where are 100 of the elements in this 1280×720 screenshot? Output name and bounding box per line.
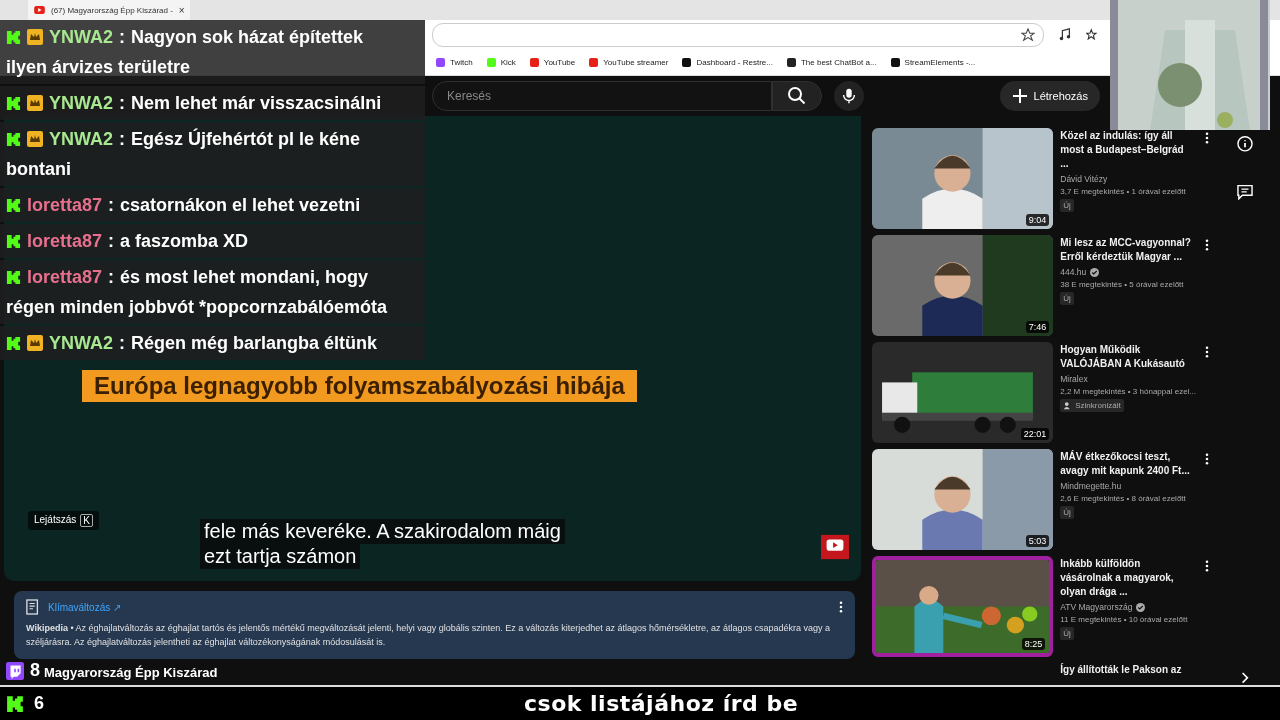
video-title[interactable]: Hogyan Működik VALÓJÁBAN A Kukásautó [1060, 343, 1193, 371]
chat-username: YNWA2 [49, 332, 113, 355]
kick-icon [6, 131, 21, 147]
bookmark[interactable]: The best ChatBot a... [786, 58, 877, 67]
kick-icon [6, 29, 21, 45]
video-thumbnail[interactable]: 9:04 [872, 128, 1054, 229]
video-duration: 22:01 [1020, 428, 1050, 440]
badge-label: Szinkronizált [1075, 401, 1121, 410]
more-icon[interactable] [1205, 453, 1210, 465]
chat-separator: : [108, 230, 115, 253]
kick-icon [6, 694, 24, 713]
chevron-right-icon[interactable] [1241, 671, 1250, 685]
video-title[interactable]: Így állították le Pakson az [1060, 663, 1211, 677]
chat-text: csatornákon el lehet vezetni [120, 194, 361, 217]
chat-separator: : [108, 266, 115, 289]
search-icon [787, 86, 807, 106]
tab-title: (67) Magyarország Épp Kiszárad - [51, 5, 173, 15]
badge-label: Új [1063, 294, 1071, 303]
chat-username: YNWA2 [49, 92, 113, 115]
chat-icon[interactable] [1236, 182, 1255, 201]
close-icon[interactable]: × [178, 4, 185, 16]
video-stats: 38 E megtekintés • 5 órával ezelőtt [1060, 280, 1185, 289]
ticker-text: csok listájához írd be [524, 691, 799, 716]
video-duration: 5:03 [1025, 535, 1050, 547]
channel-name[interactable]: 444.hu [1060, 267, 1087, 277]
bookmark[interactable]: YouTube [529, 58, 576, 67]
bookmark[interactable]: Dashboard - Restre... [682, 58, 773, 67]
chat-text: Régen még barlangba éltünk [131, 332, 378, 355]
chat-username: YNWA2 [49, 128, 113, 151]
bookmark[interactable]: Kick [486, 58, 516, 67]
video-title[interactable]: Mi lesz az MCC-vagyonnal? Erről kérdeztük Magyar ... [1060, 236, 1193, 264]
document-icon [26, 599, 40, 615]
more-icon[interactable] [1205, 132, 1210, 144]
topic-link[interactable]: Klímaváltozás ↗ [48, 601, 122, 613]
more-icon[interactable] [1205, 560, 1210, 572]
chat-text: Egész Újfehértót pl le kéne [131, 127, 361, 151]
star-icon[interactable] [1021, 28, 1035, 42]
chat-text: bontani [6, 158, 71, 181]
chat-text: ilyen árvizes területre [6, 56, 191, 79]
info-icon[interactable] [1236, 135, 1255, 153]
channel-name[interactable]: Mindmegette.hu [1060, 481, 1122, 491]
chat-text: Nagyon sok házat építettek [131, 26, 364, 49]
video-title[interactable]: Közel az indulás: így áll most a Budapest–Belgrád ... [1060, 129, 1193, 171]
video-thumbnail[interactable]: 8:25 [872, 556, 1054, 657]
chat-username: YNWA2 [49, 26, 113, 49]
badge-label: Új [1063, 201, 1071, 210]
video-thumbnail[interactable]: 22:01 [872, 342, 1054, 443]
more-icon[interactable] [839, 601, 844, 613]
chat-separator: : [119, 92, 125, 115]
video-duration: 7:46 [1025, 321, 1050, 333]
more-icon[interactable] [1205, 239, 1210, 251]
tooltip-text: Lejátszás [34, 514, 77, 527]
music-icon[interactable] [1058, 28, 1072, 42]
viewer-count: 6 [34, 693, 44, 714]
bookmark[interactable]: Twitch [436, 58, 473, 67]
chat-separator: : [119, 332, 125, 355]
chat-username: loretta87 [27, 266, 103, 289]
video-thumbnail[interactable]: 7:46 [872, 235, 1054, 336]
channel-name[interactable]: ATV Magyarország [1060, 602, 1133, 612]
chat-text: a faszomba XD [120, 230, 249, 253]
kick-icon [6, 335, 21, 351]
kick-icon [6, 95, 21, 111]
channel-logo-icon [821, 534, 850, 560]
plus-icon [1011, 88, 1028, 104]
video-stats: 3,7 E megtekintés • 1 órával ezelőtt [1060, 187, 1187, 196]
youtube-icon [34, 6, 45, 14]
chat-text: régen minden jobbvót *popcornzabálóemóta [6, 296, 388, 319]
badge-label: Új [1063, 629, 1071, 638]
badge-label: Új [1063, 508, 1071, 517]
video-banner: Európa legnagyobb folyamszabályozási hibája [82, 370, 637, 402]
channel-name[interactable]: Miralex [1060, 374, 1088, 384]
microphone-button[interactable] [834, 81, 864, 111]
kick-icon [6, 197, 21, 213]
chat-username: loretta87 [27, 230, 103, 253]
kick-icon [6, 233, 21, 249]
chat-separator: : [108, 194, 115, 217]
chat-text: Nem lehet már visszacsinálni [131, 92, 382, 115]
bookmark[interactable]: YouTube streamer [589, 58, 669, 67]
bookmark[interactable]: StreamElements -... [890, 58, 976, 67]
chat-username: loretta87 [27, 194, 103, 217]
video-title[interactable]: MÁV étkezőkocsi teszt, avagy mit kapunk 2400 Ft... [1060, 450, 1193, 478]
video-title: Magyarország Épp Kiszárad [44, 665, 218, 680]
search-button[interactable] [772, 81, 822, 111]
chat-separator: : [119, 26, 125, 49]
create-button[interactable]: Létrehozás [999, 81, 1100, 111]
shortcut-key: K [80, 514, 93, 527]
browser-tab[interactable]: (67) Magyarország Épp Kiszárad - × [28, 0, 190, 20]
chat-text: és most lehet mondani, hogy [120, 266, 369, 289]
video-duration: 9:04 [1025, 214, 1050, 226]
info-text: Wikipedia • Az éghajlatváltozás az éghajlat tartós és jelentős mértékű megváltozását jelenti, helyi vagy globális szinten. Ez a változás kiterjedhet az átlagos hőmérsékletre, az átlagos csapadékra vagy a széljárásra. Az éghajlatváltozás jelentheti az éghajlat változékonyságának módosulását is. [26, 622, 831, 649]
more-icon[interactable] [1205, 346, 1210, 358]
chat-separator: : [119, 128, 125, 151]
microphone-icon [840, 87, 858, 105]
search-field[interactable]: Keresés [432, 81, 772, 111]
channel-name[interactable]: Dávid Vitézy [1060, 174, 1108, 184]
video-title[interactable]: Inkább külföldön vásárolnak a magyarok, olyan drága ... [1060, 557, 1193, 599]
viewer-count: 8 [30, 660, 40, 681]
video-thumbnail[interactable]: 5:03 [872, 449, 1054, 550]
favorites-icon[interactable] [1086, 28, 1100, 42]
video-stats: 2,6 E megtekintés • 8 órával ezelőtt [1060, 494, 1187, 503]
